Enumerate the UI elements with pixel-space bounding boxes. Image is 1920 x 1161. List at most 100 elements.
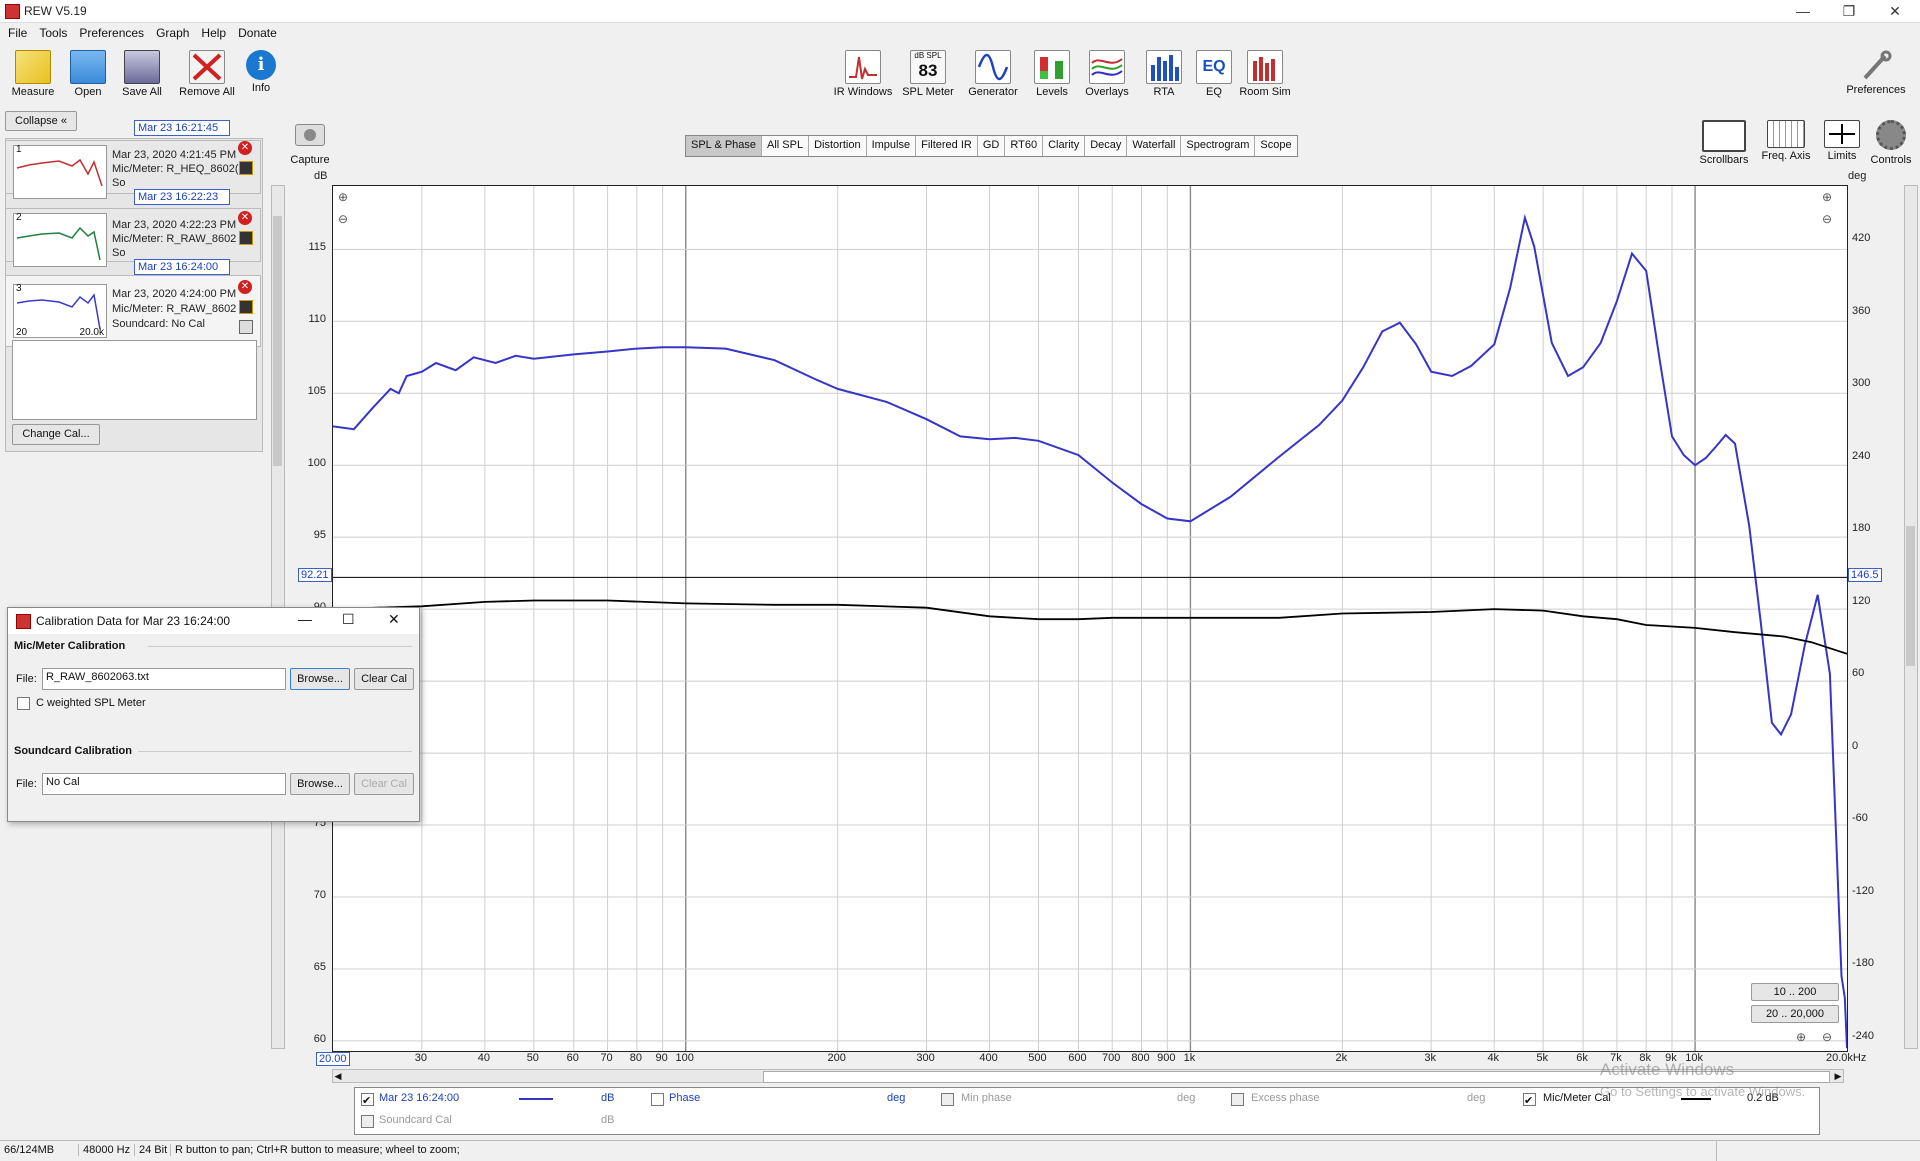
zoom-out-y-icon[interactable]: ⊖ — [338, 212, 348, 226]
dialog-minimize-button[interactable]: — — [298, 611, 312, 627]
right-tick-label: 240 — [1852, 449, 1871, 462]
remove-measurement-icon[interactable]: ✕ — [238, 280, 252, 294]
right-vertical-scrollbar[interactable] — [1904, 185, 1918, 1049]
x-tick-label: 200 — [827, 1052, 846, 1064]
menu-graph[interactable]: Graph — [152, 24, 193, 42]
scroll-left-icon[interactable]: ◀ — [333, 1070, 343, 1082]
mic-browse-button[interactable]: Browse... — [290, 668, 350, 690]
measurement-edit-icon[interactable] — [239, 231, 253, 245]
c-weighted-checkbox[interactable] — [17, 697, 30, 710]
x-start-label[interactable]: 20.00 — [316, 1052, 350, 1066]
zoom-in-y-right-icon[interactable]: ⊕ — [1822, 190, 1832, 204]
measurement-name-field-1[interactable]: Mar 23 16:21:45 — [134, 120, 230, 136]
dialog-title-bar: Calibration Data for Mar 23 16:24:00 — ☐… — [8, 608, 419, 634]
dialog-maximize-button[interactable]: ☐ — [342, 611, 355, 628]
activate-windows-hint: Go to Settings to activate Windows. — [1600, 1084, 1806, 1099]
menu-preferences[interactable]: Preferences — [75, 24, 148, 42]
menu-tools[interactable]: Tools — [35, 24, 71, 42]
tab-spl-phase[interactable]: SPL & Phase — [686, 136, 763, 156]
measurement-edit-icon[interactable] — [239, 300, 253, 314]
legend-phase-unit: deg — [887, 1092, 906, 1104]
spl-meter-button[interactable]: dB SPL 83 SPL Meter — [900, 50, 956, 98]
tab-decay[interactable]: Decay — [1085, 136, 1128, 156]
measurement-name-field-2[interactable]: Mar 23 16:22:23 — [134, 189, 230, 205]
measurement-card-1[interactable]: 1 Mar 23, 2020 4:21:45 PM Mic/Meter: R_H… — [5, 140, 261, 199]
tab-distortion[interactable]: Distortion — [809, 136, 867, 156]
levels-button[interactable]: Levels — [1030, 50, 1074, 98]
zoom-out-x-icon[interactable]: ⊖ — [1822, 1030, 1832, 1044]
remove-all-button[interactable]: Remove All — [176, 50, 238, 98]
cursor-right-value[interactable]: 146.5 — [1848, 568, 1882, 583]
close-window-button[interactable]: ✕ — [1872, 0, 1918, 22]
measurement-name-field-3[interactable]: Mar 23 16:24:00 — [134, 259, 230, 275]
soundcard-cal-file-field[interactable]: No Cal — [42, 773, 286, 795]
measurement-card-3[interactable]: 3 20 20.0k Mar 23, 2020 4:24:00 PM Mic/M… — [5, 275, 261, 347]
cursor-left-value[interactable]: 92.21 — [298, 568, 332, 583]
tab-waterfall[interactable]: Waterfall — [1127, 136, 1182, 156]
remove-measurement-icon[interactable]: ✕ — [238, 211, 252, 225]
range-10-200-button[interactable]: 10 .. 200 — [1751, 983, 1839, 1001]
tab-scope[interactable]: Scope — [1255, 136, 1296, 156]
scrollbars-button[interactable]: Scrollbars — [1698, 120, 1750, 166]
min-phase-checkbox[interactable] — [941, 1093, 954, 1106]
tab-clarity[interactable]: Clarity — [1043, 136, 1086, 156]
zoom-in-y-icon[interactable]: ⊕ — [338, 190, 348, 204]
measurement-edit-icon[interactable] — [239, 161, 253, 175]
eq-button[interactable]: EQ EQ — [1194, 50, 1234, 98]
tab-filtered-ir[interactable]: Filtered IR — [916, 136, 978, 156]
ir-windows-button[interactable]: IR Windows — [832, 50, 894, 98]
range-20-20000-button[interactable]: 20 .. 20,000 — [1751, 1005, 1839, 1023]
soundcard-browse-button[interactable]: Browse... — [290, 773, 350, 795]
collapse-button[interactable]: Collapse « — [5, 111, 77, 131]
left-scroll-thumb[interactable] — [273, 216, 282, 466]
generator-label: Generator — [968, 86, 1018, 98]
generator-button[interactable]: Generator — [962, 50, 1024, 98]
right-scroll-thumb[interactable] — [1906, 526, 1915, 666]
menu-file[interactable]: File — [4, 24, 31, 42]
controls-button[interactable]: Controls — [1866, 120, 1916, 166]
excess-phase-checkbox[interactable] — [1231, 1093, 1244, 1106]
capture-button[interactable]: Capture — [288, 124, 332, 166]
legend-measurement-swatch — [519, 1098, 553, 1100]
limits-button[interactable]: Limits — [1822, 120, 1862, 162]
soundcard-cal-checkbox[interactable] — [361, 1115, 374, 1128]
tab-spectrogram[interactable]: Spectrogram — [1181, 136, 1256, 156]
graph-canvas[interactable] — [332, 186, 1848, 1051]
open-button[interactable]: Open — [64, 50, 112, 98]
mic-clear-cal-button[interactable]: Clear Cal — [354, 668, 414, 690]
rta-button[interactable]: RTA — [1144, 50, 1184, 98]
tab-all-spl[interactable]: All SPL — [762, 136, 810, 156]
zoom-in-x-icon[interactable]: ⊕ — [1796, 1030, 1806, 1044]
overlays-button[interactable]: Overlays — [1080, 50, 1134, 98]
dialog-close-button[interactable]: ✕ — [388, 611, 400, 628]
c-weighted-label: C weighted SPL Meter — [36, 697, 146, 709]
mic-cal-checkbox[interactable]: ✔ — [1523, 1093, 1536, 1107]
menu-donate[interactable]: Donate — [234, 24, 281, 42]
freq-axis-button[interactable]: Freq. Axis — [1758, 120, 1814, 162]
measurement-card-2[interactable]: 2 Mar 23, 2020 4:22:23 PM Mic/Meter: R_R… — [5, 208, 261, 267]
tab-impulse[interactable]: Impulse — [867, 136, 917, 156]
tab-gd[interactable]: GD — [978, 136, 1006, 156]
measurement-trace-checkbox[interactable]: ✔ — [361, 1093, 374, 1107]
remove-measurement-icon[interactable]: ✕ — [238, 141, 252, 155]
tab-rt60[interactable]: RT60 — [1005, 136, 1044, 156]
measure-button[interactable]: Measure — [8, 50, 58, 98]
preferences-button[interactable]: Preferences — [1842, 50, 1910, 96]
phase-checkbox[interactable] — [651, 1093, 664, 1106]
info-button[interactable]: i Info — [244, 50, 278, 94]
soundcard-cal-icon[interactable] — [239, 320, 253, 334]
zoom-out-y-right-icon[interactable]: ⊖ — [1822, 212, 1832, 226]
levels-icon — [1034, 50, 1070, 84]
restore-button[interactable]: ❐ — [1826, 0, 1872, 22]
room-sim-button[interactable]: Room Sim — [1238, 50, 1292, 98]
mic-cal-file-field[interactable]: R_RAW_8602063.txt — [42, 668, 286, 690]
minimize-button[interactable]: — — [1780, 0, 1826, 22]
spl-phase-graph[interactable] — [332, 185, 1848, 1052]
save-all-button[interactable]: Save All — [118, 50, 166, 98]
right-tick-label: 0 — [1852, 739, 1859, 752]
scroll-right-icon[interactable]: ▶ — [1833, 1070, 1843, 1082]
measure-label: Measure — [11, 86, 55, 98]
change-cal-button[interactable]: Change Cal... — [12, 424, 100, 445]
notes-area[interactable] — [12, 340, 257, 420]
menu-help[interactable]: Help — [197, 24, 230, 42]
